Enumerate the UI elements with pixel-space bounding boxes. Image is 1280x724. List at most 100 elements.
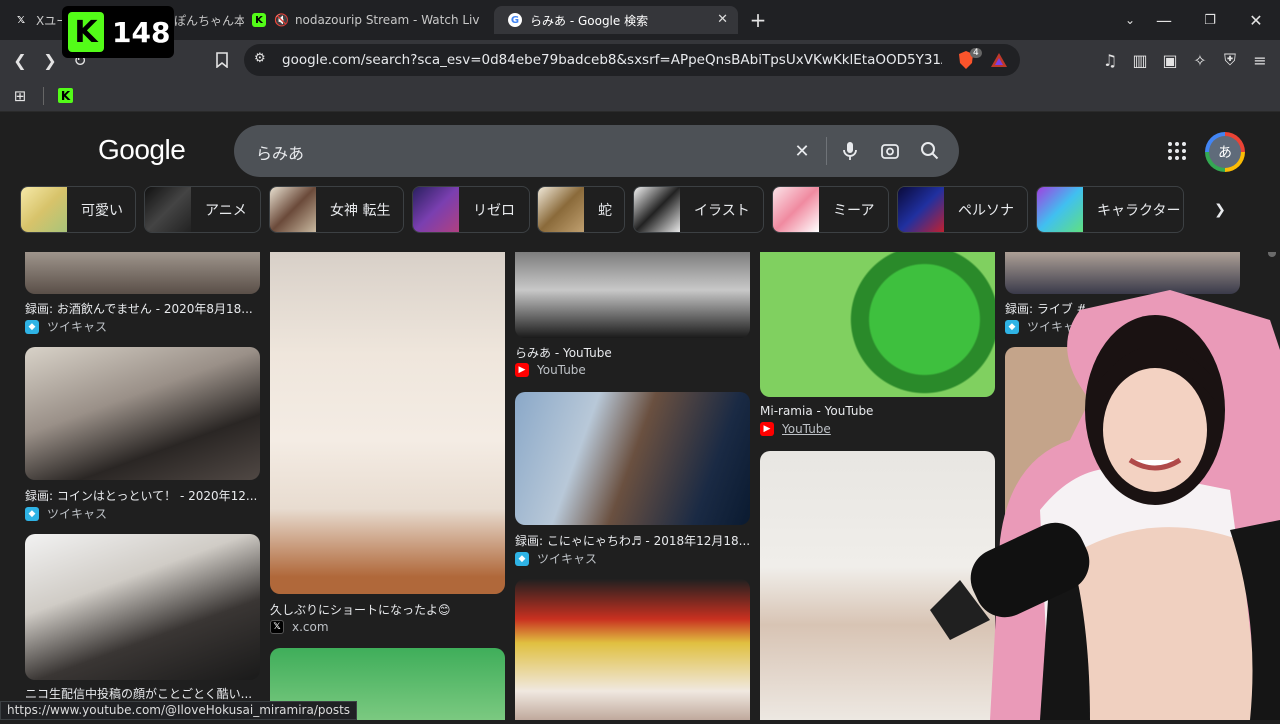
url-text: google.com/search?sca_esv=0d84ebe79badce… — [282, 52, 942, 68]
forward-button[interactable]: ❯ — [38, 48, 62, 72]
tab-x[interactable]: 𝕏 Xユー — [14, 6, 64, 34]
result-image[interactable] — [25, 534, 260, 680]
chip-thumbnail — [634, 187, 680, 232]
tab-strip: 𝕏 Xユー ぽんちゃん本当 K 🔇 nodazourip Stream - Wa… — [0, 0, 1280, 40]
chip[interactable]: ペルソナ — [897, 186, 1028, 233]
new-tab-button[interactable]: + — [746, 8, 770, 32]
twitcasting-icon: ◆ — [25, 319, 39, 334]
chips-next-icon[interactable]: ❯ — [1208, 198, 1232, 222]
chip[interactable]: ミーア — [772, 186, 889, 233]
x-icon: 𝕏 — [270, 620, 284, 634]
chip[interactable]: 女神 転生 — [269, 186, 404, 233]
brave-shields-icon[interactable]: 4 — [956, 48, 982, 70]
result-image[interactable] — [25, 252, 260, 294]
menu-icon[interactable]: ≡ — [1248, 48, 1272, 72]
twitcasting-icon: ◆ — [25, 506, 39, 521]
chip[interactable]: キャラクター — [1036, 186, 1184, 233]
avatar-letter: あ — [1209, 136, 1241, 168]
wallet-icon[interactable]: ▣ — [1158, 48, 1182, 72]
kick-icon: K — [252, 13, 266, 27]
minimize-button[interactable]: — — [1152, 8, 1176, 32]
sidebar-icon[interactable]: ▥ — [1128, 48, 1152, 72]
search-box[interactable]: らみあ ✕ — [234, 125, 959, 177]
chip[interactable]: イラスト — [633, 186, 764, 233]
youtube-icon: ▶ — [760, 422, 774, 436]
lens-icon[interactable] — [878, 139, 902, 163]
page-scrollbar-thumb[interactable] — [1268, 252, 1276, 257]
google-apps-icon[interactable] — [1166, 140, 1188, 162]
chip[interactable]: リゼロ — [412, 186, 530, 233]
chip-label: ペルソナ — [958, 202, 1014, 219]
search-icon[interactable] — [918, 139, 942, 163]
account-avatar[interactable]: あ — [1205, 132, 1245, 172]
chip-label: 可愛い — [81, 202, 123, 219]
chip-thumbnail — [21, 187, 67, 232]
vpn-icon[interactable]: ⛨ — [1218, 48, 1242, 72]
youtube-icon: ▶ — [515, 363, 529, 377]
result-source[interactable]: ▶ YouTube — [515, 363, 586, 377]
bookmarks-divider — [43, 87, 44, 105]
search-divider — [826, 137, 827, 165]
source-label: ツイキャス — [47, 507, 108, 521]
result-caption[interactable]: ニコ生配信中投稿の顔がことごとく酷い... — [25, 685, 260, 702]
brave-rewards-icon[interactable] — [990, 51, 1008, 69]
result-image[interactable] — [1005, 252, 1240, 294]
close-tab-icon[interactable]: ✕ — [717, 12, 728, 27]
result-source[interactable]: ◆ ツイキャス — [515, 550, 597, 567]
status-bar-url: https://www.youtube.com/@IloveHokusai_mi… — [0, 701, 358, 720]
leo-ai-icon[interactable]: ✧ — [1188, 48, 1212, 72]
x-icon: 𝕏 — [16, 14, 26, 26]
result-source[interactable]: ▶ YouTube — [760, 422, 831, 436]
apps-grid-icon[interactable]: ⊞ — [8, 84, 32, 108]
result-image[interactable] — [515, 579, 750, 720]
result-source[interactable]: ◆ ツイキャス — [25, 318, 107, 335]
site-settings-icon[interactable]: ⚙ — [254, 51, 272, 69]
source-label: ツイキャス — [537, 552, 598, 566]
maximize-button[interactable]: ❐ — [1198, 8, 1222, 32]
kick-logo-icon: K — [68, 12, 104, 52]
source-label: YouTube — [782, 422, 831, 436]
tab-google-search[interactable]: G らみあ - Google 検索 ✕ — [494, 6, 738, 34]
tab-search-button[interactable]: ⌄ — [1118, 8, 1142, 32]
media-icon[interactable]: ♫ — [1098, 48, 1122, 72]
source-label: ツイキャス — [47, 320, 108, 334]
streamer-webcam-image — [930, 290, 1280, 720]
google-logo[interactable]: Google — [98, 134, 186, 166]
result-source[interactable]: ◆ ツイキャス — [25, 505, 107, 522]
result-caption[interactable]: 久しぶりにショートになったよ😊 — [270, 601, 505, 618]
address-bar[interactable]: ⚙ google.com/search?sca_esv=0d84ebe79bad… — [244, 44, 1020, 76]
bookmark-icon[interactable] — [210, 48, 234, 72]
source-label: x.com — [292, 620, 329, 634]
result-image[interactable] — [270, 252, 505, 594]
chip-label: イラスト — [694, 202, 750, 219]
result-caption[interactable]: 録画: こにゃにゃちわ♬ - 2018年12月18... — [515, 532, 750, 549]
clear-search-icon[interactable]: ✕ — [790, 139, 814, 163]
muted-icon[interactable]: 🔇 — [274, 13, 289, 27]
chip-thumbnail — [270, 187, 316, 232]
tab-kick-stream[interactable]: K 🔇 nodazourip Stream - Watch Live on — [252, 6, 480, 34]
result-image[interactable] — [515, 392, 750, 525]
tab-kick-1[interactable]: ぽんちゃん本当 — [174, 6, 244, 34]
twitcasting-icon: ◆ — [515, 551, 529, 566]
window-close-button[interactable]: ✕ — [1244, 8, 1268, 32]
kick-bookmark-icon[interactable]: K — [58, 88, 73, 103]
chip-label: 蛇 — [598, 202, 612, 219]
result-caption[interactable]: 録画: コインはとっといて！ - 2020年12... — [25, 487, 260, 504]
result-image[interactable] — [25, 347, 260, 480]
tab-title: らみあ - Google 検索 — [530, 13, 649, 28]
chip-label: リゼロ — [473, 202, 515, 219]
chip[interactable]: アニメ — [144, 186, 261, 233]
chip-label: キャラクター — [1097, 202, 1181, 219]
chip-thumbnail — [538, 187, 584, 232]
chip[interactable]: 可愛い — [20, 186, 136, 233]
microphone-icon[interactable] — [838, 139, 862, 163]
result-source[interactable]: 𝕏 x.com — [270, 620, 329, 634]
result-image[interactable] — [515, 252, 750, 338]
result-caption[interactable]: 録画: お酒飲んでません - 2020年8月18... — [25, 300, 260, 317]
chip-thumbnail — [1037, 187, 1083, 232]
bookmarks-bar: ⊞ K — [0, 80, 1280, 112]
back-button[interactable]: ❮ — [8, 48, 32, 72]
result-caption[interactable]: らみあ - YouTube — [515, 344, 750, 361]
chip[interactable]: 蛇 — [537, 186, 625, 233]
search-input[interactable]: らみあ — [256, 140, 304, 164]
